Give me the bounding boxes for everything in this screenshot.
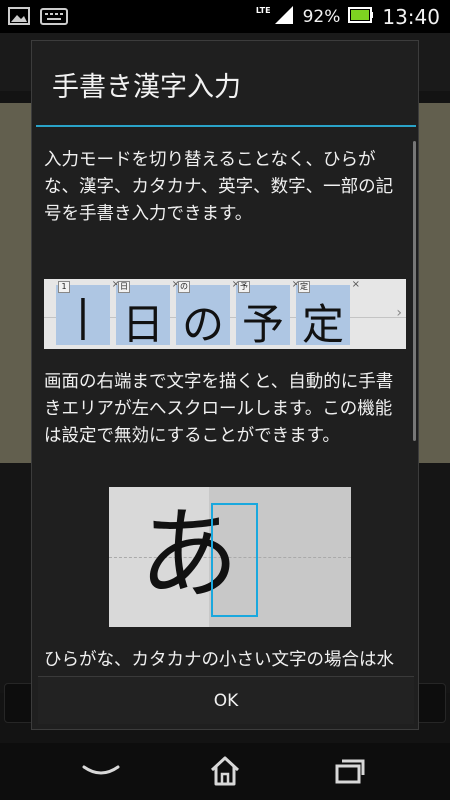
keyboard-icon bbox=[40, 6, 68, 30]
example-cell: 1 × | bbox=[56, 279, 120, 345]
ok-button[interactable]: OK bbox=[38, 676, 414, 724]
example-cell: 定 × 定 bbox=[296, 279, 360, 349]
example-cell: 予 × 予 bbox=[236, 279, 300, 349]
cell-character: | bbox=[75, 291, 91, 340]
cell-character: 定 bbox=[301, 300, 344, 349]
cursor-box bbox=[211, 503, 258, 617]
recent-apps-icon[interactable] bbox=[330, 753, 370, 789]
dialog-content[interactable]: 入力モードを切り替えることなく、ひらがな、漢字、カタカナ、英字、数字、一部の記号… bbox=[36, 129, 414, 674]
home-icon[interactable] bbox=[204, 753, 246, 789]
dialog-title: 手書き漢字入力 bbox=[52, 72, 241, 103]
title-divider bbox=[36, 125, 416, 127]
cell-character: の bbox=[181, 300, 224, 349]
battery-percent: 92% bbox=[302, 6, 341, 27]
image-icon bbox=[8, 6, 30, 30]
signal-icon bbox=[273, 5, 295, 29]
handwriting-example: あ bbox=[109, 487, 351, 627]
scrollbar[interactable] bbox=[413, 141, 416, 441]
example-cell: 日 × 日 bbox=[116, 279, 180, 349]
example-cell: の × の bbox=[176, 279, 240, 349]
description-paragraph-3: ひらがな、カタカナの小さい文字の場合は水平の罫線より下のエリアに描いてく bbox=[44, 650, 394, 670]
battery-icon bbox=[348, 6, 374, 27]
navigation-bar bbox=[0, 743, 450, 800]
clock: 13:40 bbox=[382, 4, 440, 29]
example-input-strip: 1 × | 日 × 日 の × の 予 × 予 定 × 定 bbox=[44, 279, 406, 349]
description-paragraph-1: 入力モードを切り替えることなく、ひらがな、漢字、カタカナ、英字、数字、一部の記号… bbox=[44, 150, 394, 224]
handwriting-kanji-dialog: 手書き漢字入力 入力モードを切り替えることなく、ひらがな、漢字、カタカナ、英字、… bbox=[31, 40, 419, 730]
cell-character: 日 bbox=[121, 300, 164, 349]
cell-character: 予 bbox=[241, 300, 284, 349]
back-icon[interactable] bbox=[78, 753, 124, 789]
description-paragraph-2: 画面の右端まで文字を描くと、自動的に手書きエリアが左へスクロールします。この機能… bbox=[44, 372, 394, 446]
chevron-right-icon: › bbox=[396, 305, 402, 321]
close-icon: × bbox=[351, 279, 360, 290]
network-type: LTE bbox=[255, 6, 271, 15]
status-bar: LTE 92% 13:40 bbox=[0, 0, 450, 33]
